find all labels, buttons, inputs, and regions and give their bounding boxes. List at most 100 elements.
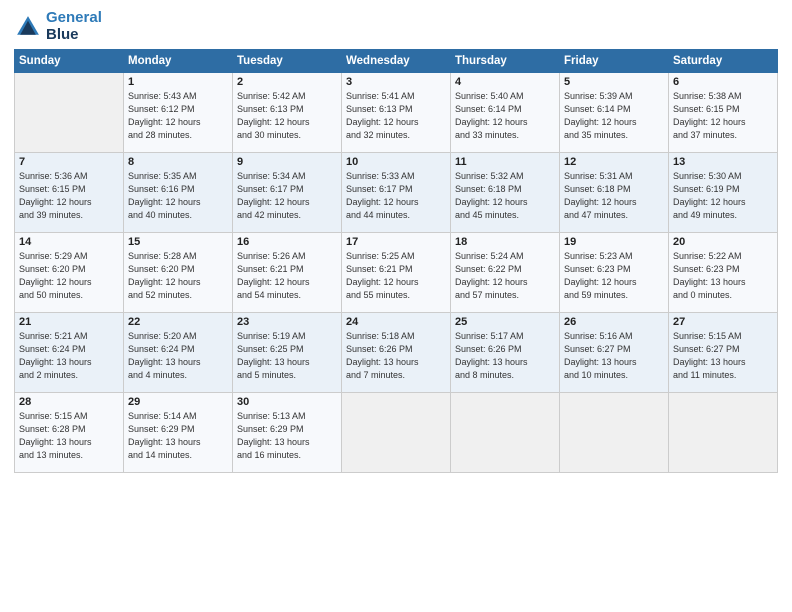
- day-number: 23: [237, 316, 337, 328]
- day-info: Sunrise: 5:30 AM Sunset: 6:19 PM Dayligh…: [673, 170, 773, 222]
- calendar-cell: 20 Sunrise: 5:22 AM Sunset: 6:23 PM Dayli…: [669, 233, 778, 313]
- day-number: 22: [128, 316, 228, 328]
- day-info: Sunrise: 5:43 AM Sunset: 6:12 PM Dayligh…: [128, 90, 228, 142]
- calendar-cell: 6 Sunrise: 5:38 AM Sunset: 6:15 PM Daylig…: [669, 73, 778, 153]
- day-info: Sunrise: 5:24 AM Sunset: 6:22 PM Dayligh…: [455, 250, 555, 302]
- day-number: 28: [19, 396, 119, 408]
- calendar-week-row: 28 Sunrise: 5:15 AM Sunset: 6:28 PM Dayli…: [15, 393, 778, 473]
- header-cell-wednesday: Wednesday: [342, 50, 451, 73]
- day-number: 4: [455, 76, 555, 88]
- calendar-cell: 27Sunrise: 5:15 AM Sunset: 6:27 PM Dayli…: [669, 313, 778, 393]
- header-cell-thursday: Thursday: [451, 50, 560, 73]
- calendar-cell: 22 Sunrise: 5:20 AM Sunset: 6:24 PM Dayli…: [124, 313, 233, 393]
- calendar-cell: [451, 393, 560, 473]
- calendar-cell: 10 Sunrise: 5:33 AM Sunset: 6:17 PM Dayli…: [342, 153, 451, 233]
- calendar-cell: 4 Sunrise: 5:40 AM Sunset: 6:14 PM Daylig…: [451, 73, 560, 153]
- day-info: Sunrise: 5:41 AM Sunset: 6:13 PM Dayligh…: [346, 90, 446, 142]
- day-info: Sunrise: 5:26 AM Sunset: 6:21 PM Dayligh…: [237, 250, 337, 302]
- day-number: 7: [19, 156, 119, 168]
- calendar-cell: 18 Sunrise: 5:24 AM Sunset: 6:22 PM Dayli…: [451, 233, 560, 313]
- day-number: 9: [237, 156, 337, 168]
- calendar-header-row: SundayMondayTuesdayWednesdayThursdayFrid…: [15, 50, 778, 73]
- day-info: Sunrise: 5:17 AM Sunset: 6:26 PM Dayligh…: [455, 330, 555, 382]
- page-container: General Blue SundayMondayTuesdayWednesda…: [0, 0, 792, 483]
- calendar-cell: 19 Sunrise: 5:23 AM Sunset: 6:23 PM Dayli…: [560, 233, 669, 313]
- day-number: 6: [673, 76, 773, 88]
- day-number: 13: [673, 156, 773, 168]
- day-info: Sunrise: 5:35 AM Sunset: 6:16 PM Dayligh…: [128, 170, 228, 222]
- calendar-cell: [560, 393, 669, 473]
- calendar-cell: 8 Sunrise: 5:35 AM Sunset: 6:16 PM Daylig…: [124, 153, 233, 233]
- calendar-cell: 21 Sunrise: 5:21 AM Sunset: 6:24 PM Dayli…: [15, 313, 124, 393]
- logo-icon: [14, 13, 42, 41]
- day-info: Sunrise: 5:16 AM Sunset: 6:27 PM Dayligh…: [564, 330, 664, 382]
- calendar-cell: [15, 73, 124, 153]
- day-info: Sunrise: 5:42 AM Sunset: 6:13 PM Dayligh…: [237, 90, 337, 142]
- calendar-cell: 25Sunrise: 5:17 AM Sunset: 6:26 PM Dayli…: [451, 313, 560, 393]
- calendar-cell: 5 Sunrise: 5:39 AM Sunset: 6:14 PM Daylig…: [560, 73, 669, 153]
- day-info: Sunrise: 5:32 AM Sunset: 6:18 PM Dayligh…: [455, 170, 555, 222]
- day-info: Sunrise: 5:25 AM Sunset: 6:21 PM Dayligh…: [346, 250, 446, 302]
- calendar-week-row: 7Sunrise: 5:36 AM Sunset: 6:15 PM Daylig…: [15, 153, 778, 233]
- day-number: 16: [237, 236, 337, 248]
- day-number: 5: [564, 76, 664, 88]
- calendar-cell: [669, 393, 778, 473]
- day-info: Sunrise: 5:14 AM Sunset: 6:29 PM Dayligh…: [128, 410, 228, 462]
- day-number: 19: [564, 236, 664, 248]
- day-info: Sunrise: 5:21 AM Sunset: 6:24 PM Dayligh…: [19, 330, 119, 382]
- day-number: 18: [455, 236, 555, 248]
- calendar-cell: 26 Sunrise: 5:16 AM Sunset: 6:27 PM Dayli…: [560, 313, 669, 393]
- calendar-cell: 15 Sunrise: 5:28 AM Sunset: 6:20 PM Dayli…: [124, 233, 233, 313]
- day-number: 30: [237, 396, 337, 408]
- calendar-cell: 28 Sunrise: 5:15 AM Sunset: 6:28 PM Dayli…: [15, 393, 124, 473]
- day-number: 8: [128, 156, 228, 168]
- calendar-cell: 17 Sunrise: 5:25 AM Sunset: 6:21 PM Dayli…: [342, 233, 451, 313]
- day-number: 3: [346, 76, 446, 88]
- calendar-cell: 13 Sunrise: 5:30 AM Sunset: 6:19 PM Dayli…: [669, 153, 778, 233]
- calendar-cell: 12 Sunrise: 5:31 AM Sunset: 6:18 PM Dayli…: [560, 153, 669, 233]
- calendar-cell: 11 Sunrise: 5:32 AM Sunset: 6:18 PM Dayli…: [451, 153, 560, 233]
- day-number: 17: [346, 236, 446, 248]
- day-info: Sunrise: 5:39 AM Sunset: 6:14 PM Dayligh…: [564, 90, 664, 142]
- day-number: 24: [346, 316, 446, 328]
- day-number: 10: [346, 156, 446, 168]
- calendar-cell: [342, 393, 451, 473]
- day-number: 1: [128, 76, 228, 88]
- day-number: 15: [128, 236, 228, 248]
- calendar-table: SundayMondayTuesdayWednesdayThursdayFrid…: [14, 49, 778, 473]
- day-number: 20: [673, 236, 773, 248]
- day-number: 12: [564, 156, 664, 168]
- day-info: Sunrise: 5:18 AM Sunset: 6:26 PM Dayligh…: [346, 330, 446, 382]
- header: General Blue: [14, 10, 778, 43]
- day-info: Sunrise: 5:29 AM Sunset: 6:20 PM Dayligh…: [19, 250, 119, 302]
- day-info: Sunrise: 5:40 AM Sunset: 6:14 PM Dayligh…: [455, 90, 555, 142]
- day-info: Sunrise: 5:38 AM Sunset: 6:15 PM Dayligh…: [673, 90, 773, 142]
- day-info: Sunrise: 5:20 AM Sunset: 6:24 PM Dayligh…: [128, 330, 228, 382]
- day-info: Sunrise: 5:33 AM Sunset: 6:17 PM Dayligh…: [346, 170, 446, 222]
- day-number: 29: [128, 396, 228, 408]
- day-info: Sunrise: 5:15 AM Sunset: 6:28 PM Dayligh…: [19, 410, 119, 462]
- day-number: 11: [455, 156, 555, 168]
- calendar-cell: 30Sunrise: 5:13 AM Sunset: 6:29 PM Dayli…: [233, 393, 342, 473]
- calendar-cell: 7Sunrise: 5:36 AM Sunset: 6:15 PM Daylig…: [15, 153, 124, 233]
- logo-text: General Blue: [46, 10, 102, 43]
- day-info: Sunrise: 5:22 AM Sunset: 6:23 PM Dayligh…: [673, 250, 773, 302]
- day-number: 26: [564, 316, 664, 328]
- day-number: 27: [673, 316, 773, 328]
- day-info: Sunrise: 5:28 AM Sunset: 6:20 PM Dayligh…: [128, 250, 228, 302]
- header-cell-tuesday: Tuesday: [233, 50, 342, 73]
- calendar-week-row: 21 Sunrise: 5:21 AM Sunset: 6:24 PM Dayli…: [15, 313, 778, 393]
- day-number: 21: [19, 316, 119, 328]
- logo: General Blue: [14, 10, 102, 43]
- day-info: Sunrise: 5:31 AM Sunset: 6:18 PM Dayligh…: [564, 170, 664, 222]
- calendar-cell: 16 Sunrise: 5:26 AM Sunset: 6:21 PM Dayli…: [233, 233, 342, 313]
- header-cell-monday: Monday: [124, 50, 233, 73]
- header-cell-sunday: Sunday: [15, 50, 124, 73]
- calendar-cell: 1 Sunrise: 5:43 AM Sunset: 6:12 PM Daylig…: [124, 73, 233, 153]
- calendar-cell: 2Sunrise: 5:42 AM Sunset: 6:13 PM Daylig…: [233, 73, 342, 153]
- calendar-cell: 3 Sunrise: 5:41 AM Sunset: 6:13 PM Daylig…: [342, 73, 451, 153]
- day-info: Sunrise: 5:23 AM Sunset: 6:23 PM Dayligh…: [564, 250, 664, 302]
- calendar-cell: 24 Sunrise: 5:18 AM Sunset: 6:26 PM Dayli…: [342, 313, 451, 393]
- calendar-cell: 23Sunrise: 5:19 AM Sunset: 6:25 PM Dayli…: [233, 313, 342, 393]
- day-info: Sunrise: 5:34 AM Sunset: 6:17 PM Dayligh…: [237, 170, 337, 222]
